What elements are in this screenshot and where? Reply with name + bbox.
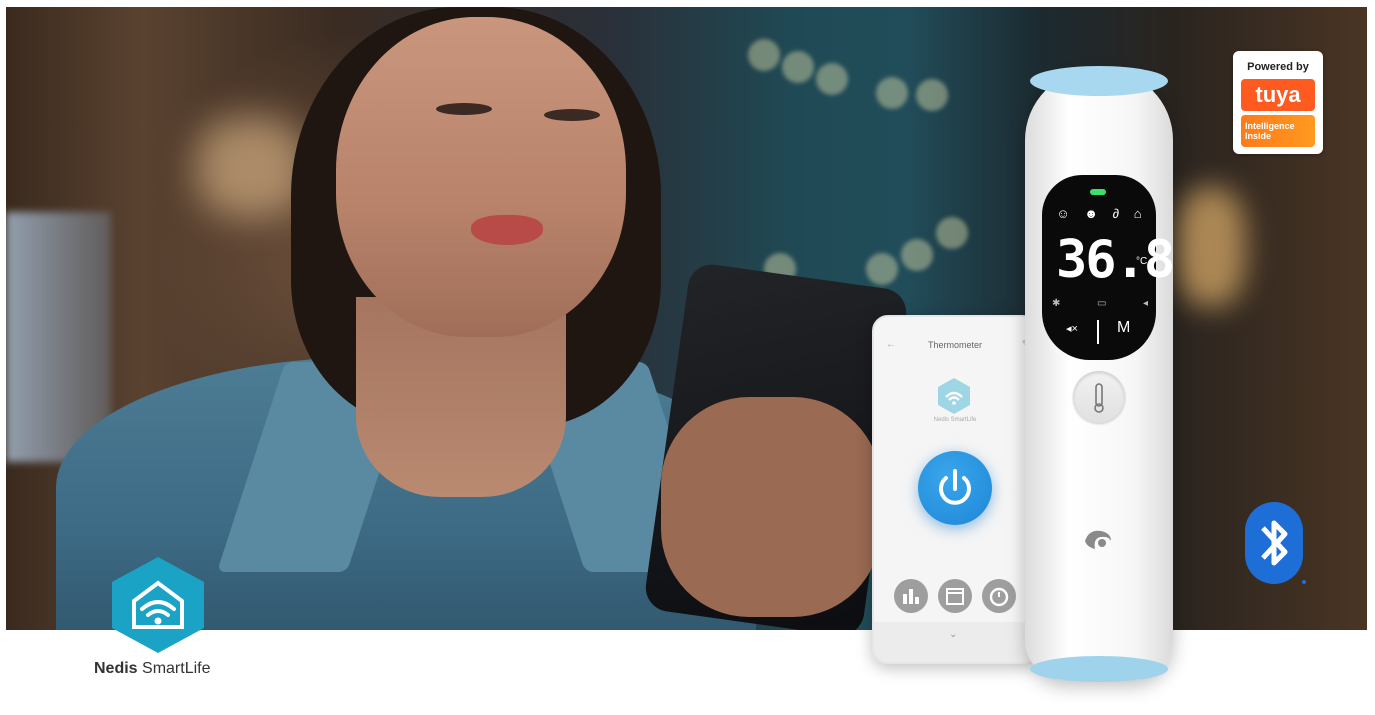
app-header: ← Thermometer ✎: [874, 333, 1036, 357]
app-phone-mockup: ← Thermometer ✎ Nedis SmartLife: [872, 315, 1038, 664]
chevron-down-icon[interactable]: ⌄: [949, 629, 957, 640]
smartlife-brand-rest: SmartLife: [142, 660, 211, 677]
tuya-tagline: Intelligence Inside: [1241, 115, 1315, 147]
bokeh-light: [916, 79, 948, 111]
wifi-house-icon: [938, 378, 970, 414]
temperature-readout: 36.8: [1056, 230, 1175, 290]
tuya-powered-by: Powered by: [1247, 61, 1309, 73]
tuya-tagline-line1: Intelligence: [1245, 121, 1295, 131]
thermometer-base: [1030, 656, 1168, 682]
timer-icon: [989, 587, 1009, 607]
power-button[interactable]: [918, 451, 992, 525]
bokeh-light: [866, 253, 898, 285]
baby-icon: ☻: [1084, 206, 1098, 221]
forehead-icon: ☺: [1056, 206, 1070, 221]
hand: [661, 397, 881, 617]
house-icon: ⌂: [1133, 206, 1142, 221]
tuya-tagline-line2: Inside: [1245, 131, 1272, 141]
tuya-badge: Powered by tuya Intelligence Inside: [1233, 51, 1323, 154]
calendar-icon: [946, 588, 964, 605]
bokeh-light: [782, 51, 814, 83]
smartlife-brand-bold: Nedis: [94, 660, 138, 677]
tuya-logo: tuya: [1241, 79, 1315, 111]
bluetooth-icon: [1245, 502, 1306, 584]
thermometer-top-cap: [1030, 66, 1168, 96]
app-footer: [874, 622, 1036, 662]
nedis-logo-icon: [1085, 530, 1111, 549]
power-icon: [939, 469, 971, 505]
stats-button[interactable]: [894, 579, 928, 613]
timer-button[interactable]: [982, 579, 1016, 613]
thermometer-icon: [1094, 383, 1104, 413]
battery-icon: ▭: [1096, 298, 1107, 309]
bokeh-light: [816, 63, 848, 95]
ear-icon: ∂: [1112, 206, 1120, 221]
memory-label: M: [1117, 319, 1131, 336]
measure-button[interactable]: [1073, 371, 1125, 423]
chart-icon: [903, 589, 919, 604]
bluetooth-status-icon: ✱: [1052, 298, 1061, 309]
back-arrow-icon[interactable]: ←: [886, 333, 896, 357]
speaker-icon: ◂: [1142, 298, 1148, 309]
smartlife-brand-name: Nedis SmartLife: [94, 660, 211, 678]
mode-icons-row: ☺ ☻ ∂ ⌂: [1049, 206, 1149, 221]
status-led: [1090, 189, 1106, 195]
temperature-unit: °C: [1136, 256, 1148, 267]
bokeh-light: [748, 39, 780, 71]
bokeh-light: [936, 217, 968, 249]
lips: [471, 215, 543, 245]
face: [336, 17, 626, 337]
marketing-banner: ← Thermometer ✎ Nedis SmartLife: [0, 0, 1375, 715]
wifi-house-icon: [112, 557, 204, 653]
status-icons-row: ✱ ▭ ◂: [1052, 298, 1148, 309]
app-title: Thermometer: [927, 340, 982, 350]
calendar-button[interactable]: [938, 579, 972, 613]
display-divider: [1097, 320, 1099, 344]
eye-left: [436, 103, 492, 115]
mute-icon: ◂×: [1066, 323, 1078, 335]
eye-right: [544, 109, 600, 121]
bokeh-light: [876, 77, 908, 109]
app-brand-caption: Nedis SmartLife: [933, 417, 977, 423]
bokeh-light: [901, 239, 933, 271]
blurred-right-lamp: [1176, 187, 1246, 307]
blurred-lamp: [196, 117, 306, 217]
